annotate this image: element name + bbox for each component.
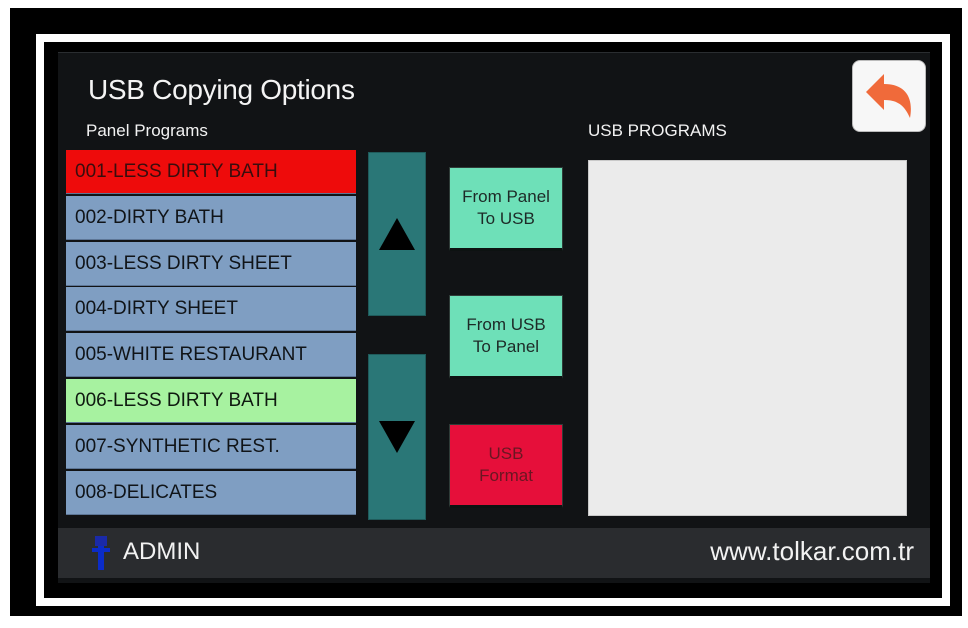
program-list-item[interactable]: 008-DELICATES bbox=[66, 470, 356, 515]
triangle-up-icon bbox=[379, 218, 415, 250]
program-list-item[interactable]: 005-WHITE RESTAURANT bbox=[66, 333, 356, 378]
program-list-item[interactable]: 002-DIRTY BATH bbox=[66, 195, 356, 240]
scroll-up-button[interactable] bbox=[368, 152, 426, 316]
back-arrow-icon bbox=[866, 74, 911, 118]
page-title: USB Copying Options bbox=[88, 74, 355, 105]
user-label: ADMIN bbox=[123, 538, 201, 565]
from-usb-to-panel-button[interactable]: From USB To Panel bbox=[449, 295, 563, 379]
program-list-item[interactable]: 006-LESS DIRTY BATH bbox=[66, 378, 356, 423]
website-label: www.tolkar.com.tr bbox=[710, 536, 914, 566]
user-icon bbox=[92, 536, 110, 570]
panel-program-list: 001-LESS DIRTY BATH 002-DIRTY BATH 003-LES… bbox=[66, 150, 356, 516]
back-button[interactable] bbox=[852, 60, 926, 132]
program-list-item[interactable]: 007-SYNTHETIC REST. bbox=[66, 424, 356, 469]
program-list-item[interactable]: 003-LESS DIRTY SHEET bbox=[66, 241, 356, 286]
program-list-item[interactable]: 001-LESS DIRTY BATH bbox=[66, 150, 356, 194]
usb-programs-label: USB PROGRAMS bbox=[588, 121, 727, 140]
program-list-item[interactable]: 004-DIRTY SHEET bbox=[66, 287, 356, 332]
usb-format-button[interactable]: USB Format bbox=[449, 424, 563, 508]
from-panel-to-usb-button[interactable]: From Panel To USB bbox=[449, 167, 563, 251]
triangle-down-icon bbox=[379, 421, 415, 453]
scroll-down-button[interactable] bbox=[368, 354, 426, 520]
panel-programs-label: Panel Programs bbox=[86, 121, 208, 140]
usb-program-list[interactable] bbox=[588, 160, 907, 516]
